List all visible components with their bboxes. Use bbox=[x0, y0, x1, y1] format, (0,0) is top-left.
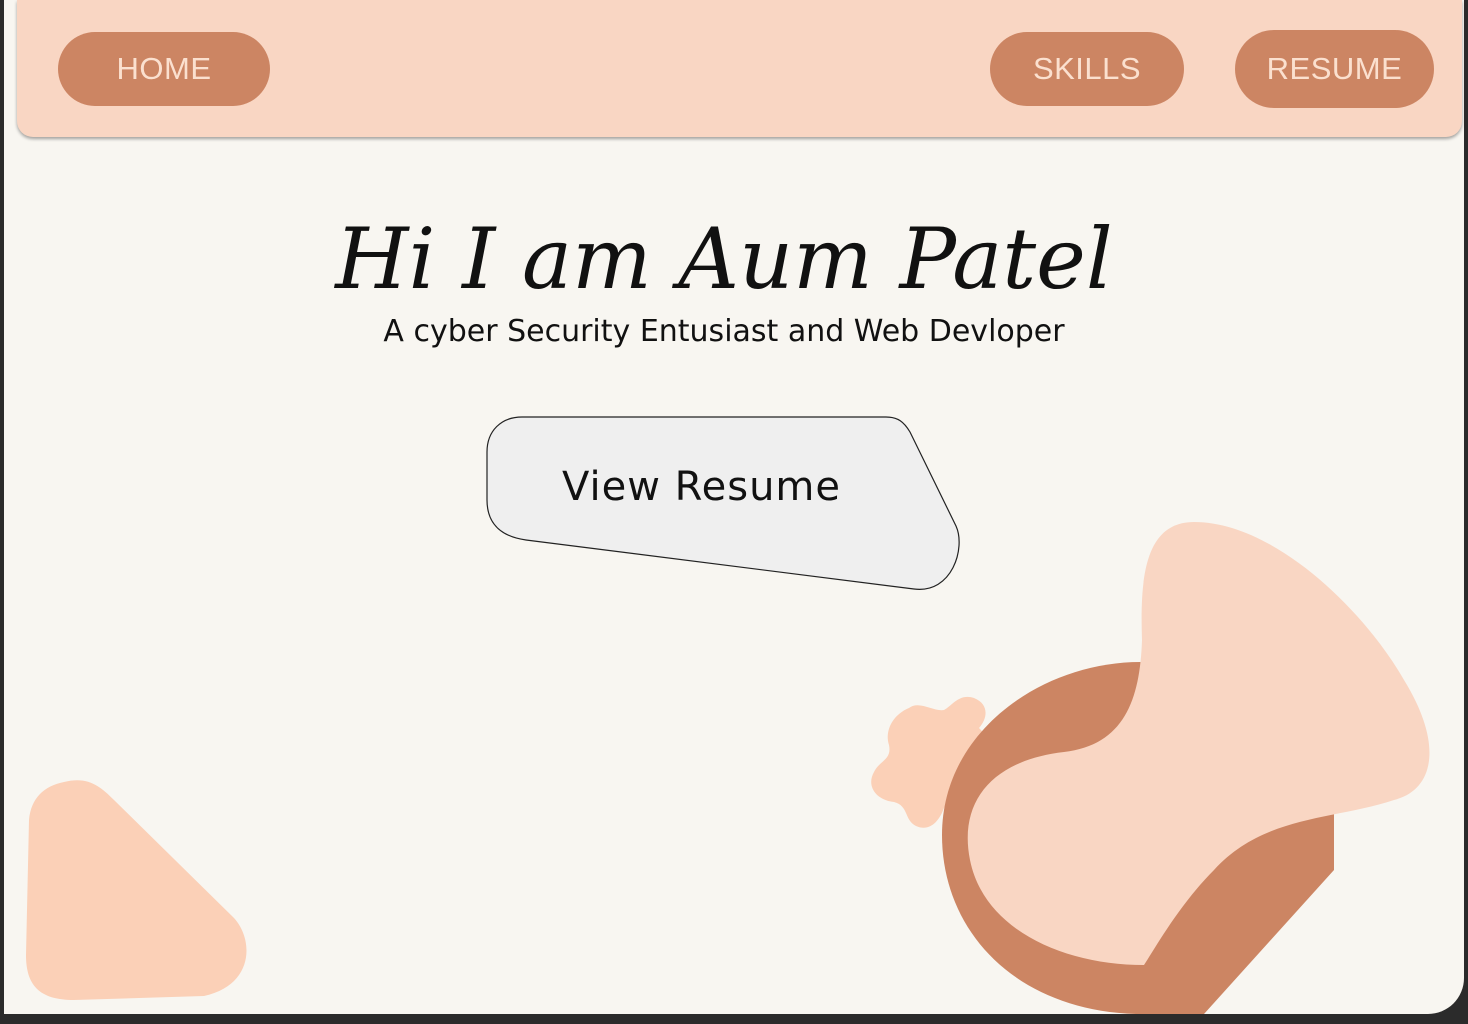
navbar: HOME SKILLS RESUME bbox=[17, 0, 1462, 137]
view-resume-label: View Resume bbox=[562, 464, 842, 510]
page-frame: HOME SKILLS RESUME Hi I am Aum Patel A c… bbox=[4, 0, 1464, 1014]
resume-button[interactable]: RESUME bbox=[1235, 30, 1434, 108]
hero-subtitle: A cyber Security Entusiast and Web Devlo… bbox=[383, 314, 1065, 349]
triangle-blob bbox=[26, 780, 247, 1000]
hero-title: Hi I am Aum Patel bbox=[335, 210, 1113, 308]
view-resume-button[interactable]: View Resume bbox=[486, 416, 962, 594]
home-button[interactable]: HOME bbox=[58, 32, 270, 106]
skills-button[interactable]: SKILLS bbox=[990, 32, 1184, 106]
